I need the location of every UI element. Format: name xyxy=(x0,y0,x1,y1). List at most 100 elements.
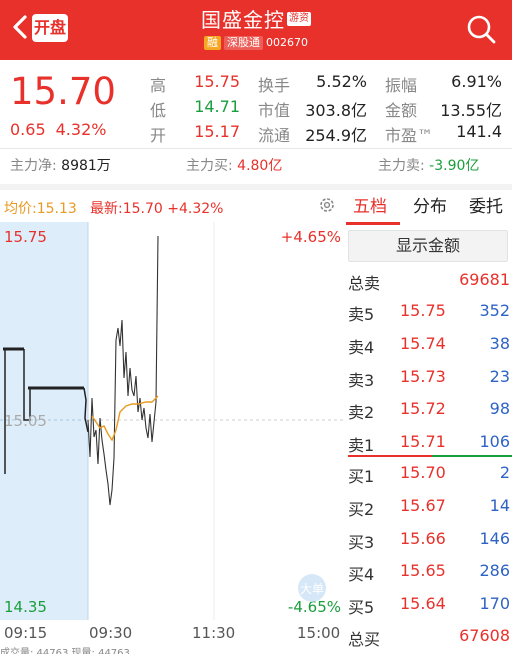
header-bar: 开盘 国盛金控 游资 融深股通 002670 xyxy=(0,0,512,60)
buy-level-row[interactable]: 买1 15.70 2 xyxy=(348,463,512,495)
main-net-flow: 主力净: 8981万 xyxy=(10,155,111,175)
stock-subtitle: 融深股通 002670 xyxy=(0,36,512,50)
stat-label: 金额 xyxy=(385,101,418,120)
time-label: 11:30 xyxy=(192,624,236,642)
main-buy-label: 主力买: xyxy=(186,158,233,174)
sell-level-row[interactable]: 卖2 15.72 98 xyxy=(348,399,512,431)
stat-label: 振幅 xyxy=(385,76,418,95)
stat-value: 15.75 xyxy=(194,72,240,91)
intraday-chart[interactable]: 15.75 15.05 14.35 +4.65% -4.65% 大单 xyxy=(0,222,344,620)
sell-level-row-label: 卖2 xyxy=(348,403,375,423)
buy-level-row-label: 买5 xyxy=(348,598,375,618)
tab-five-levels[interactable]: 五档 xyxy=(344,194,396,220)
total-sell-label: 总卖 xyxy=(348,274,381,293)
stat-value: 5.52% xyxy=(316,72,367,91)
buy-level-row-label: 买4 xyxy=(348,565,375,585)
total-sell-value: 69681 xyxy=(459,270,510,289)
sell-buy-split-red xyxy=(348,455,432,457)
sell-buy-split-green xyxy=(432,455,512,457)
buy-level-row-volume: 286 xyxy=(479,561,510,581)
sell-level-row-price: 15.71 xyxy=(400,432,446,452)
buy-level-row[interactable]: 买2 15.67 14 xyxy=(348,496,512,528)
stat-value: 15.17 xyxy=(194,122,240,141)
sell-level-row-price: 15.72 xyxy=(400,399,446,419)
big-order-button[interactable]: 大单 xyxy=(298,574,326,602)
y-mid-label: 15.05 xyxy=(4,412,47,430)
sell-level-row[interactable]: 卖4 15.74 38 xyxy=(348,334,512,366)
avg-price-label: 均价:15.13 xyxy=(4,201,77,217)
sell-level-row-label: 卖4 xyxy=(348,337,375,357)
buy-level-row-volume: 146 xyxy=(479,528,510,548)
main-sell-value: -3.90亿 xyxy=(429,158,480,174)
buy-level-row-price: 15.65 xyxy=(400,561,446,581)
section-divider xyxy=(0,184,512,190)
total-buy-value: 67608 xyxy=(459,626,510,645)
stock-name: 国盛金控 xyxy=(201,8,285,32)
sell-level-row[interactable]: 卖1 15.71 106 xyxy=(348,432,512,464)
current-price: 15.70 xyxy=(10,70,116,113)
orderbook-tabs: 五档 分布 委托 xyxy=(344,194,512,224)
sell-level-row-volume: 98 xyxy=(489,399,510,419)
show-amount-button[interactable]: 显示金额 xyxy=(348,230,508,262)
gear-icon[interactable] xyxy=(318,196,336,214)
stat-value: 13.55亿 xyxy=(440,101,502,120)
change-percent: 4.32% xyxy=(55,120,107,139)
buy-level-row-label: 买1 xyxy=(348,467,375,486)
price-line xyxy=(87,235,159,506)
sell-level-row-volume: 23 xyxy=(489,366,510,386)
sell-level-row-volume: 106 xyxy=(479,432,510,452)
stat-label: 换手 xyxy=(258,76,291,95)
tab-orders[interactable]: 委托 xyxy=(460,194,512,220)
main-net-label: 主力净: xyxy=(10,158,57,174)
buy-level-row[interactable]: 买3 15.66 146 xyxy=(348,529,512,561)
stat-label: 流通 xyxy=(258,126,291,145)
main-buy-value: 4.80亿 xyxy=(237,158,283,174)
buy-level-row-volume: 2 xyxy=(499,463,510,482)
big-order-label: 大单 xyxy=(300,582,324,596)
buy-level-row-price: 15.66 xyxy=(400,528,446,548)
y-min-label: 14.35 xyxy=(4,598,47,616)
time-label: 15:00 xyxy=(297,624,341,642)
stat-value: 14.71 xyxy=(194,97,240,116)
stat-value: 6.91% xyxy=(451,72,502,91)
pct-max-label: +4.65% xyxy=(281,228,341,246)
buy-level-row-label: 买2 xyxy=(348,499,375,519)
time-label: 09:30 xyxy=(89,624,133,642)
price-change: 0.65 4.32% xyxy=(10,120,116,139)
search-icon[interactable] xyxy=(464,12,498,46)
sell-level-row-price: 15.74 xyxy=(400,333,446,353)
youzi-tag[interactable]: 游资 xyxy=(287,12,311,26)
buy-level-row[interactable]: 买4 15.65 286 xyxy=(348,561,512,593)
sell-level-row-label: 卖3 xyxy=(348,370,375,390)
stock-code: 002670 xyxy=(266,36,308,49)
sell-level-row[interactable]: 卖5 15.75 352 xyxy=(348,301,512,333)
stat-value: 303.8亿 xyxy=(305,101,367,120)
margin-badge: 融 xyxy=(204,36,221,50)
market-badge: 深股通 xyxy=(224,36,263,50)
sell-level-row[interactable]: 卖3 15.73 23 xyxy=(348,367,512,399)
tab-distribution[interactable]: 分布 xyxy=(404,194,456,220)
sell-level-row-label: 卖1 xyxy=(348,436,375,456)
sell-level-row-volume: 38 xyxy=(489,333,510,353)
tab-active-indicator xyxy=(346,222,400,225)
buy-level-row-label: 买3 xyxy=(348,532,375,552)
buy-level-row-volume: 14 xyxy=(489,495,510,515)
sell-level-row-price: 15.75 xyxy=(400,301,446,320)
sell-level-row-label: 卖5 xyxy=(348,305,375,324)
total-buy-label: 总买 xyxy=(348,630,381,649)
change-amount: 0.65 xyxy=(10,120,46,139)
buy-level-row-price: 15.70 xyxy=(400,463,446,482)
stat-value: 141.4 xyxy=(456,122,502,141)
divider xyxy=(0,148,512,149)
stat-value: 254.9亿 xyxy=(305,126,367,145)
buy-level-row[interactable]: 买5 15.64 170 xyxy=(348,594,512,626)
buy-level-row-price: 15.67 xyxy=(400,495,446,515)
main-sell-label: 主力卖: xyxy=(378,158,425,174)
buy-level-row-price: 15.64 xyxy=(400,594,446,614)
time-label: 09:15 xyxy=(4,624,48,642)
buy-level-row-volume: 170 xyxy=(479,594,510,614)
main-buy-flow: 主力买: 4.80亿 xyxy=(186,155,282,175)
latest-price-label: 最新:15.70 +4.32% xyxy=(90,201,224,217)
main-net-value: 8981万 xyxy=(61,158,111,174)
volume-summary: 成交量: 44763 现量: 44763 xyxy=(0,648,130,654)
